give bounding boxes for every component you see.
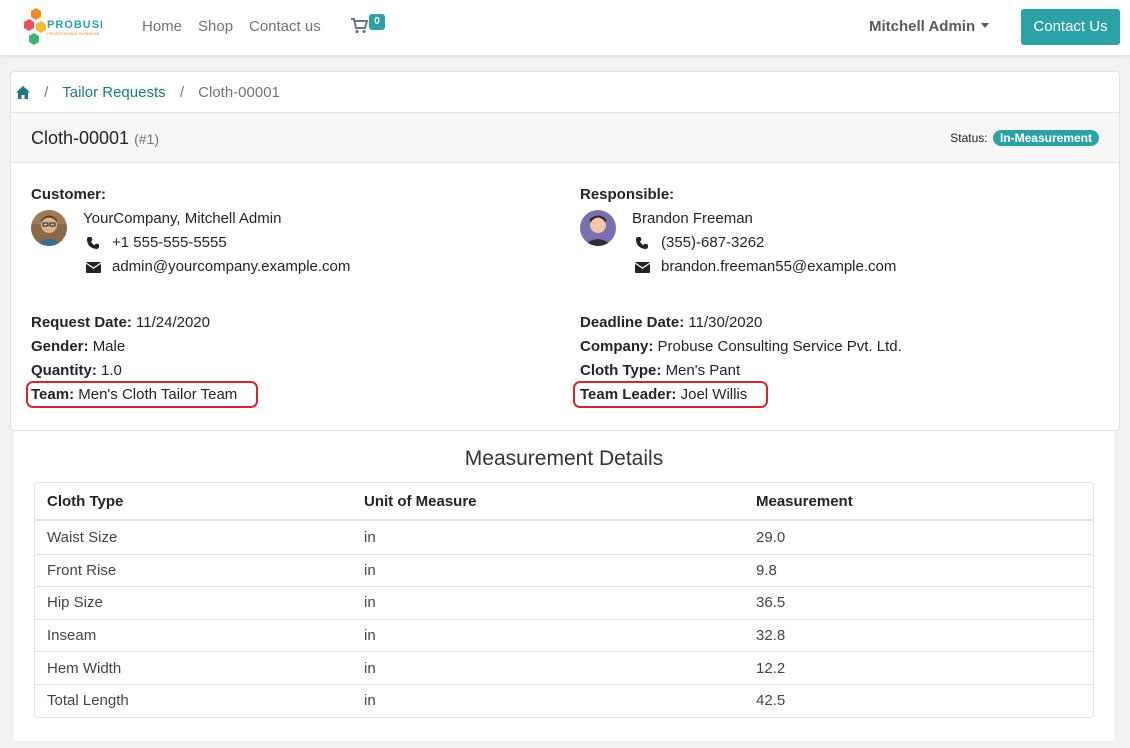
cloth-type-field: Cloth Type: Men's Pant bbox=[580, 362, 740, 379]
customer-avatar bbox=[31, 210, 67, 246]
svg-text:PROFESSIONAL BUSINESS: PROFESSIONAL BUSINESS bbox=[47, 31, 100, 36]
cart-count-badge: 0 bbox=[369, 14, 385, 30]
phone-icon bbox=[86, 236, 102, 252]
field-label: Company: bbox=[580, 338, 654, 355]
measurement-cell: 32.8 bbox=[744, 618, 1093, 652]
table-row: Waist Size in 29.0 bbox=[35, 521, 1093, 554]
record-name: Cloth-00001 bbox=[31, 128, 130, 148]
responsible-phone: (355)-687-3262 bbox=[661, 234, 765, 251]
measurement-section: Measurement Details Cloth Type Unit of M… bbox=[14, 431, 1114, 741]
nav-shop-link[interactable]: Shop bbox=[198, 18, 233, 35]
measurement-cell: 9.8 bbox=[744, 553, 1093, 587]
table-row: Inseam in 32.8 bbox=[35, 618, 1093, 652]
field-value: Male bbox=[92, 338, 126, 355]
column-header: Cloth Type bbox=[35, 483, 352, 521]
customer-phone: +1 555-555-5555 bbox=[112, 234, 227, 251]
responsible-email[interactable]: brandon.freeman55@example.com bbox=[661, 258, 896, 275]
unit-cell: in bbox=[352, 651, 744, 684]
top-navbar: PROBUSE PROFESSIONAL BUSINESS Home Shop … bbox=[0, 0, 1130, 55]
cloth-type-cell: Inseam bbox=[35, 618, 352, 652]
field-label: Deadline Date: bbox=[580, 314, 685, 331]
record-header: Cloth-00001 (#1) Status: In-Measurement bbox=[11, 113, 1119, 163]
status-label: Status: bbox=[950, 131, 988, 145]
unit-cell: in bbox=[352, 618, 744, 652]
unit-cell: in bbox=[352, 683, 744, 717]
breadcrumb-current: Cloth-00001 bbox=[198, 84, 280, 101]
field-value: Men's Pant bbox=[665, 362, 741, 379]
responsible-label: Responsible: bbox=[580, 186, 675, 203]
breadcrumb-tailor-requests[interactable]: Tailor Requests bbox=[62, 84, 165, 101]
nav-home-link[interactable]: Home bbox=[142, 18, 182, 35]
table-row: Hip Size in 36.5 bbox=[35, 586, 1093, 619]
responsible-name: Brandon Freeman bbox=[632, 210, 753, 227]
team-highlight-box bbox=[26, 381, 258, 408]
svg-text:PROBUSE: PROBUSE bbox=[47, 19, 102, 31]
measurement-cell: 29.0 bbox=[756, 528, 786, 546]
user-menu-dropdown[interactable]: Mitchell Admin bbox=[869, 18, 990, 35]
table-row: Hem Width in 12.2 bbox=[35, 651, 1093, 684]
status-badge: In-Measurement bbox=[992, 130, 1099, 146]
table-row: Front Rise in 9.8 bbox=[35, 553, 1093, 587]
chevron-down-icon bbox=[981, 23, 990, 28]
measurement-cell: 42.5 bbox=[744, 683, 1093, 717]
field-value: 11/24/2020 bbox=[136, 314, 210, 331]
user-name: Mitchell Admin bbox=[869, 18, 976, 35]
envelope-icon bbox=[85, 260, 102, 276]
field-label: Quantity: bbox=[31, 362, 97, 379]
customer-email[interactable]: admin@yourcompany.example.com bbox=[112, 258, 350, 275]
deadline-date-field: Deadline Date: 11/30/2020 bbox=[580, 314, 762, 331]
breadcrumb-separator: / bbox=[44, 84, 49, 101]
field-value: 1.0 bbox=[101, 362, 122, 379]
customer-label: Customer: bbox=[31, 186, 107, 203]
request-date-field: Request Date: 11/24/2020 bbox=[31, 314, 210, 331]
field-label: Request Date: bbox=[31, 314, 132, 331]
envelope-icon bbox=[634, 260, 651, 276]
unit-cell: in bbox=[364, 528, 376, 546]
contact-us-button[interactable]: Contact Us bbox=[1021, 9, 1120, 45]
field-label: Gender: bbox=[31, 338, 89, 355]
team-leader-highlight-box bbox=[573, 381, 768, 408]
column-header: Measurement bbox=[744, 483, 1093, 521]
measurement-title: Measurement Details bbox=[464, 447, 664, 470]
measurement-cell: 36.5 bbox=[744, 586, 1093, 619]
gender-field: Gender: Male bbox=[31, 338, 125, 355]
measurement-cell: 12.2 bbox=[744, 651, 1093, 684]
quantity-field: Quantity: 1.0 bbox=[31, 362, 122, 379]
home-icon[interactable] bbox=[16, 86, 30, 103]
page-title: Cloth-00001 (#1) bbox=[31, 128, 159, 149]
cloth-type-cell: Hem Width bbox=[35, 651, 352, 684]
table-header-row: Cloth Type Unit of Measure Measurement bbox=[35, 483, 1093, 521]
company-field: Company: Probuse Consulting Service Pvt.… bbox=[580, 338, 902, 355]
status-field: Status: In-Measurement bbox=[950, 130, 1099, 146]
column-header: Unit of Measure bbox=[352, 483, 744, 521]
record-id: (#1) bbox=[134, 131, 159, 147]
responsible-avatar bbox=[580, 210, 616, 246]
unit-cell: in bbox=[352, 553, 744, 587]
field-label: Cloth Type: bbox=[580, 362, 662, 379]
measurement-table: Cloth Type Unit of Measure Measurement W… bbox=[34, 482, 1094, 718]
breadcrumb: / Tailor Requests / Cloth-00001 bbox=[11, 72, 1119, 113]
field-value: Probuse Consulting Service Pvt. Ltd. bbox=[657, 338, 902, 355]
cloth-type-cell: Waist Size bbox=[47, 528, 118, 546]
probuse-logo[interactable]: PROBUSE PROFESSIONAL BUSINESS bbox=[22, 7, 107, 47]
field-value: 11/30/2020 bbox=[688, 314, 763, 331]
tailor-request-card: / Tailor Requests / Cloth-00001 Cloth-00… bbox=[10, 71, 1120, 431]
phone-icon bbox=[635, 236, 651, 252]
table-row: Total Length in 42.5 bbox=[35, 683, 1093, 717]
nav-contact-link[interactable]: Contact us bbox=[249, 18, 321, 35]
cloth-type-cell: Hip Size bbox=[35, 586, 352, 619]
unit-cell: in bbox=[352, 586, 744, 619]
breadcrumb-separator: / bbox=[179, 84, 184, 101]
customer-name: YourCompany, Mitchell Admin bbox=[83, 210, 282, 227]
cloth-type-cell: Front Rise bbox=[35, 553, 352, 587]
cart-icon[interactable] bbox=[350, 18, 370, 36]
cloth-type-cell: Total Length bbox=[35, 683, 352, 717]
